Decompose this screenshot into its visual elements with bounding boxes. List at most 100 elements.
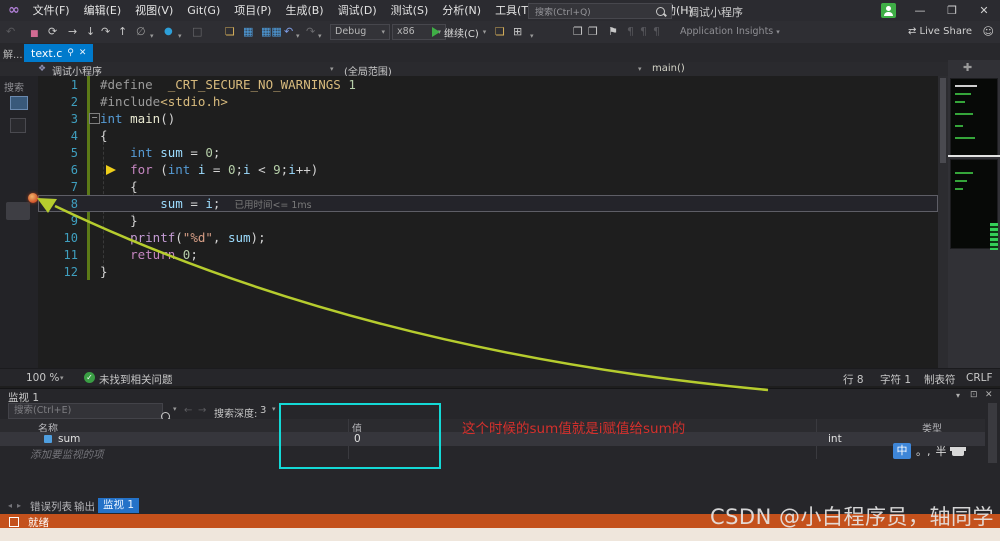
restore-button[interactable]: ❐: [936, 0, 968, 21]
line-ending[interactable]: CRLF: [966, 372, 993, 384]
add-person-icon[interactable]: ☺: [983, 24, 994, 40]
show-all-windows-icon[interactable]: ⊞: [513, 24, 522, 40]
ime-punctuation[interactable]: 。,: [916, 443, 931, 459]
app-insights-dropdown[interactable]: Application Insights ▾: [680, 24, 780, 40]
ime-toolbar[interactable]: 中 。, 半: [893, 441, 964, 461]
tab-error-list[interactable]: 错误列表: [30, 499, 72, 514]
show-next-statement-icon[interactable]: →: [68, 24, 77, 40]
code-editor[interactable]: 1#define _CRT_SECURE_NO_WARNINGS 12#incl…: [38, 76, 938, 368]
live-share-button[interactable]: ⇄ Live Share: [908, 24, 972, 40]
code-text: #include<stdio.h>: [100, 93, 228, 110]
close-tab-icon[interactable]: ✕: [79, 48, 87, 58]
chevron-down-icon[interactable]: ▾: [272, 405, 276, 413]
status-bar-icon[interactable]: [9, 517, 19, 527]
caret-icon[interactable]: ▾: [318, 28, 322, 44]
pin-icon[interactable]: ⚲: [67, 48, 74, 58]
code-line-1[interactable]: 1#define _CRT_SECURE_NO_WARNINGS 1: [38, 76, 938, 93]
fold-marker-icon[interactable]: −: [89, 113, 100, 124]
nav-back-icon[interactable]: ↶: [6, 24, 15, 40]
scrollbar-thumb[interactable]: [940, 78, 946, 163]
window-preview-icon[interactable]: [10, 96, 28, 110]
console-thumbnail[interactable]: [950, 78, 998, 156]
windows-stack-icon[interactable]: ❐: [588, 24, 598, 40]
caret-icon[interactable]: ▾: [296, 28, 300, 44]
zoom-level[interactable]: 100 %: [26, 372, 59, 384]
watch-search-input[interactable]: 搜索(Ctrl+E): [8, 403, 163, 419]
ime-language-icon[interactable]: 中: [893, 443, 911, 459]
code-line-6[interactable]: 6 for (int i = 0;i < 9;i++): [38, 161, 938, 178]
panel-close-icon[interactable]: ✕: [985, 390, 993, 400]
menu-git[interactable]: Git(G): [180, 0, 227, 21]
step-into-icon[interactable]: ↓: [86, 24, 95, 40]
caret-icon[interactable]: ▾: [178, 28, 182, 44]
caret-icon[interactable]: ▾: [530, 28, 534, 44]
menu-file[interactable]: 文件(F): [26, 0, 77, 21]
chevron-down-icon[interactable]: ▾: [173, 405, 177, 413]
chevron-down-icon[interactable]: ▾: [638, 65, 642, 73]
stop-debug-icon[interactable]: ■: [30, 26, 39, 42]
close-button[interactable]: ✕: [968, 0, 1000, 21]
panel-dock-icon[interactable]: ⊡: [970, 390, 978, 400]
quick-search-box[interactable]: 搜索(Ctrl+Q): [528, 3, 672, 19]
open-file-icon[interactable]: ❏: [225, 24, 235, 40]
edit-pencil-icon[interactable]: ∅: [136, 24, 146, 40]
menu-build[interactable]: 生成(B): [278, 0, 330, 21]
panel-menu-icon[interactable]: ▾: [956, 391, 960, 400]
step-over-icon[interactable]: ↷: [101, 24, 110, 40]
health-status[interactable]: 未找到相关问题: [99, 372, 173, 387]
account-avatar[interactable]: [881, 3, 896, 18]
ime-skin-icon[interactable]: [952, 447, 964, 456]
chevron-down-icon[interactable]: ▾: [60, 374, 64, 382]
code-line-4[interactable]: 4{: [38, 127, 938, 144]
caret-icon[interactable]: ▾: [150, 28, 154, 44]
menu-edit[interactable]: 编辑(E): [77, 0, 129, 21]
minimize-button[interactable]: —: [904, 0, 936, 21]
code-line-9[interactable]: 9 }: [38, 212, 938, 229]
menu-project[interactable]: 项目(P): [227, 0, 278, 21]
restart-icon[interactable]: ⟳: [48, 24, 57, 40]
code-line-2[interactable]: 2#include<stdio.h>: [38, 93, 938, 110]
code-line-8[interactable]: 8 sum = i;已用时间<= 1ms: [38, 195, 938, 212]
code-line-5[interactable]: 5 int sum = 0;: [38, 144, 938, 161]
editor-vertical-scrollbar[interactable]: [938, 76, 948, 368]
tab-output[interactable]: 输出: [74, 499, 95, 514]
code-line-3[interactable]: 3−int main(): [38, 110, 938, 127]
undo-icon[interactable]: ↶: [284, 24, 293, 40]
menu-test[interactable]: 测试(S): [384, 0, 436, 21]
menu-analyze[interactable]: 分析(N): [435, 0, 488, 21]
step-out-icon[interactable]: ↑: [118, 24, 127, 40]
search-tool-label[interactable]: 搜索: [4, 79, 24, 94]
breakpoint-dot[interactable]: [28, 193, 38, 203]
strip-thumb[interactable]: [6, 202, 30, 220]
continue-button[interactable]: 继续(C) ▾: [432, 24, 486, 40]
chevron-down-icon[interactable]: ▾: [330, 65, 334, 73]
tab-watch-1[interactable]: 监视 1: [98, 498, 139, 513]
save-all-icon[interactable]: ▦▦: [261, 24, 282, 40]
breadcrumb-member[interactable]: main(): [652, 63, 685, 74]
breakpoint-toggle-icon[interactable]: ●: [164, 24, 173, 40]
ime-shape[interactable]: 半: [936, 443, 947, 459]
indentation-mode[interactable]: 制表符: [924, 372, 956, 387]
watch-scrollbar[interactable]: [988, 403, 997, 463]
menu-view[interactable]: 视图(V): [128, 0, 180, 21]
caret-line[interactable]: 行 8: [843, 372, 864, 387]
code-line-11[interactable]: 11 return 0;: [38, 246, 938, 263]
add-watch-placeholder[interactable]: 添加要监视的项: [30, 447, 104, 462]
tab-text-c[interactable]: text.c ⚲ ✕: [24, 44, 93, 62]
tool-icon[interactable]: [10, 118, 26, 133]
save-icon[interactable]: ▦: [243, 24, 253, 40]
tab-scroll-left-icon[interactable]: ◂: [8, 501, 12, 510]
caret-column[interactable]: 字符 1: [880, 372, 911, 387]
bookmark-flag-icon[interactable]: ⚑: [608, 24, 618, 40]
watch-name[interactable]: sum: [58, 433, 80, 445]
menu-debug[interactable]: 调试(D): [331, 0, 384, 21]
search-depth-value[interactable]: 3: [260, 405, 266, 416]
code-line-12[interactable]: 12}: [38, 263, 938, 280]
solution-config-dropdown[interactable]: Debug▾: [330, 24, 390, 40]
windows-stack-icon[interactable]: ❐: [573, 24, 583, 40]
breakpoints-window-icon[interactable]: ❏: [495, 24, 505, 40]
tab-scroll-right-icon[interactable]: ▸: [17, 501, 21, 510]
code-line-10[interactable]: 10 printf("%d", sum);: [38, 229, 938, 246]
code-line-7[interactable]: 7 {: [38, 178, 938, 195]
collapsed-solution-explorer-label[interactable]: 解...: [3, 46, 23, 61]
